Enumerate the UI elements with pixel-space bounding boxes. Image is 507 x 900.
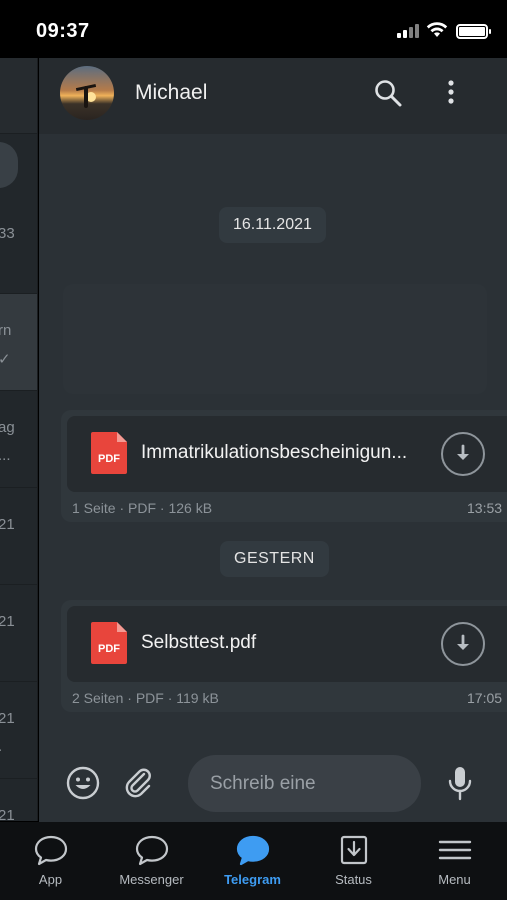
chat-list-header (0, 58, 37, 134)
file-attachment[interactable]: PDF Immatrikulationsbescheinigun... (67, 416, 507, 492)
svg-text:PDF: PDF (98, 643, 120, 655)
contact-name[interactable]: Michael (135, 81, 207, 105)
chat-list-item-preview: ... (0, 447, 11, 464)
wifi-icon (426, 22, 448, 37)
tab-label: Menu (438, 872, 471, 887)
message-input[interactable] (188, 755, 421, 812)
tab-status[interactable]: Status (303, 822, 404, 900)
bottom-tab-bar: App Messenger Telegram Status Menu (0, 822, 507, 900)
tab-label: App (38, 872, 63, 887)
chat-messages-area[interactable]: 16.11.2021 PDF Immatrikulationsbescheini… (39, 134, 507, 740)
message-time: 13:53 (467, 500, 503, 516)
read-check-icon: ✓ (0, 350, 11, 368)
cellular-signal-icon (397, 24, 421, 38)
chat-list-item-time: 21 (0, 807, 15, 821)
file-message[interactable]: PDF Immatrikulationsbescheinigun... 1 Se… (61, 410, 507, 522)
search-icon[interactable] (373, 78, 403, 108)
svg-text:PDF: PDF (98, 453, 120, 465)
avatar-figure (84, 86, 88, 108)
status-time: 09:37 (36, 20, 90, 42)
chat-bubble-icon (135, 835, 168, 866)
tab-messenger[interactable]: Messenger (101, 822, 202, 900)
chat-list-item[interactable]: 21 . (0, 682, 37, 779)
chat-list-item[interactable]: 21 (0, 779, 37, 821)
chat-list-item-preview: . (0, 738, 2, 755)
file-meta: 2 Seiten · PDF · 119 kB (72, 690, 219, 706)
chat-list-item[interactable]: ag ... (0, 391, 37, 488)
battery-icon (456, 24, 491, 39)
tab-app[interactable]: App (0, 822, 101, 900)
message-time: 17:05 (467, 690, 503, 706)
tab-telegram[interactable]: Telegram (202, 822, 303, 900)
download-button[interactable] (441, 622, 485, 666)
tab-menu[interactable]: Menu (404, 822, 505, 900)
file-attachment[interactable]: PDF Selbsttest.pdf (67, 606, 507, 682)
chat-list-item[interactable]: 21 (0, 585, 37, 682)
chat-list-item-time: rn (0, 322, 12, 339)
pdf-file-icon: PDF (91, 622, 127, 664)
pdf-file-icon: PDF (91, 432, 127, 474)
date-divider: 16.11.2021 (219, 207, 326, 243)
chat-list-item[interactable]: 33 (0, 197, 37, 294)
chat-bubble-filled-icon (236, 835, 269, 866)
chat-list-item-time: ag (0, 419, 15, 436)
avatar[interactable] (60, 66, 114, 120)
chat-list-item-time: 33 (0, 225, 15, 242)
chat-list-item-time: 21 (0, 613, 15, 630)
file-name: Immatrikulationsbescheinigun... (141, 442, 408, 463)
chat-list-item[interactable]: rn ✓ (0, 294, 37, 391)
status-bar: 09:37 (0, 0, 507, 58)
tab-label: Messenger (119, 872, 184, 887)
day-divider: GESTERN (220, 541, 329, 577)
message-input-bar (39, 740, 507, 822)
more-vertical-icon[interactable] (441, 78, 461, 108)
paperclip-icon[interactable] (123, 766, 155, 800)
chat-list-item-time: 21 (0, 516, 15, 533)
emoji-icon[interactable] (66, 766, 100, 800)
download-arrow-icon (457, 444, 469, 460)
download-arrow-icon (457, 634, 469, 650)
file-meta: 1 Seite · PDF · 126 kB (72, 500, 213, 516)
hamburger-icon (438, 840, 471, 860)
file-name: Selbsttest.pdf (141, 632, 257, 653)
tab-label: Status (335, 872, 372, 887)
chat-list-search-pill[interactable] (0, 142, 18, 188)
tab-label: Telegram (224, 872, 281, 887)
chat-list-item[interactable]: 21 (0, 488, 37, 585)
download-box-icon (340, 835, 367, 865)
file-message[interactable]: PDF Selbsttest.pdf 2 Seiten · PDF · 119 … (61, 600, 507, 712)
chat-list-item-time: 21 (0, 710, 15, 727)
chat-bubble-icon (34, 835, 67, 866)
chat-list-panel: 33 rn ✓ ag ... 21 21 21 . 21 (0, 58, 38, 821)
download-button[interactable] (441, 432, 485, 476)
faded-message-placeholder (63, 284, 487, 394)
chat-header: Michael (39, 58, 507, 134)
microphone-icon[interactable] (447, 766, 473, 802)
